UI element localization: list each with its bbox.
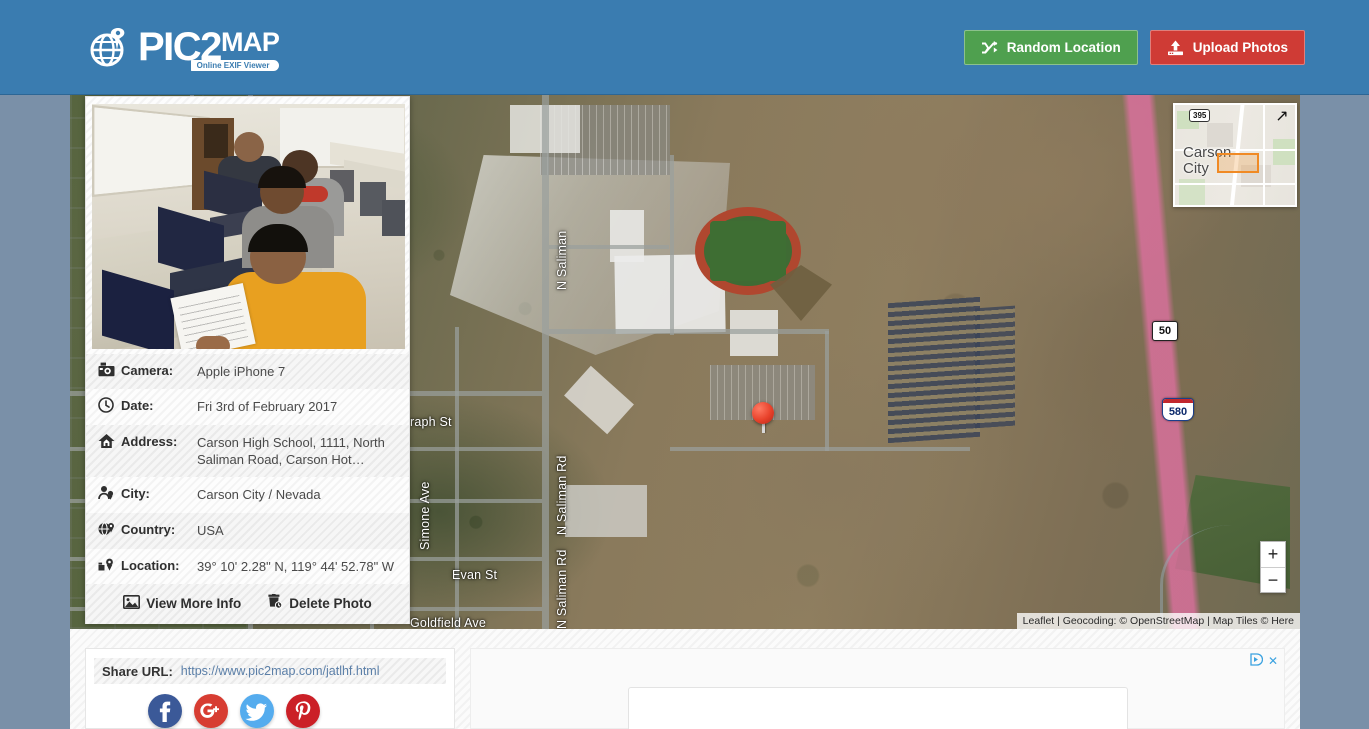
street-label: N Saliman Rd: [555, 549, 569, 629]
exif-value-location: 39° 10' 2.28" N, 119° 44' 52.78" W: [197, 559, 395, 574]
random-location-button[interactable]: Random Location: [963, 30, 1138, 65]
camera-icon: [98, 362, 118, 380]
minimap-viewport-rect: [1217, 153, 1259, 173]
site-header: PIC2MAP Online EXIF Viewer Random Locati…: [0, 0, 1369, 95]
delete-photo-label: Delete Photo: [289, 595, 372, 611]
bottom-section: Share URL: https://www.pic2map.com/jatlh…: [70, 629, 1300, 729]
exif-value-city: Carson City / Nevada: [197, 487, 321, 502]
share-url-label: Share URL:: [102, 663, 173, 679]
upload-photos-button[interactable]: Upload Photos: [1149, 30, 1305, 65]
exif-label-country: Country:: [121, 522, 176, 537]
photo-info-panel: Camera: Apple iPhone 7 Date: Fri 3rd of …: [85, 96, 410, 624]
view-more-info-button[interactable]: View More Info: [123, 594, 241, 612]
exif-label-address: Address:: [121, 434, 178, 449]
upload-photos-label: Upload Photos: [1192, 40, 1288, 55]
logo-tagline: Online EXIF Viewer: [190, 60, 280, 71]
random-location-label: Random Location: [1006, 40, 1121, 55]
twitter-share-icon[interactable]: [240, 694, 274, 728]
exif-row-city: City: Carson City / Nevada: [86, 477, 409, 513]
exif-row-camera: Camera: Apple iPhone 7: [86, 354, 409, 389]
home-icon: [98, 433, 118, 452]
exif-value-date: Fri 3rd of February 2017: [197, 399, 338, 414]
globe-pin-icon: [98, 521, 118, 540]
site-logo[interactable]: PIC2MAP Online EXIF Viewer: [88, 24, 280, 71]
minimap-inset[interactable]: 395 Carson City ↗: [1173, 103, 1297, 207]
map-canvas[interactable]: N Saliman N Saliman Rd N Saliman Rd raph…: [70, 95, 1300, 629]
share-url-value[interactable]: https://www.pic2map.com/jatlhf.html: [181, 664, 380, 678]
photo-actions: View More Info Delete Photo: [86, 584, 409, 624]
map-attribution: Leaflet | Geocoding: © OpenStreetMap | M…: [1016, 613, 1300, 629]
exif-row-date: Date: Fri 3rd of February 2017: [86, 389, 409, 425]
facebook-share-icon[interactable]: [148, 694, 182, 728]
photo-frame: [86, 97, 409, 354]
exif-label-city: City:: [121, 486, 150, 501]
zoom-in-button[interactable]: +: [1261, 542, 1285, 567]
pinterest-share-icon[interactable]: [286, 694, 320, 728]
exif-row-country: Country: USA: [86, 513, 409, 549]
clock-icon: [98, 397, 118, 416]
exif-row-location: Location: 39° 10' 2.28" N, 119° 44' 52.7…: [86, 549, 409, 584]
google-plus-share-icon[interactable]: [194, 694, 228, 728]
exif-label-date: Date:: [121, 398, 154, 413]
exif-label-camera: Camera:: [121, 363, 174, 378]
exif-rows: Camera: Apple iPhone 7 Date: Fri 3rd of …: [86, 354, 409, 624]
exif-value-country: USA: [197, 523, 224, 538]
street-label: Simone Ave: [418, 481, 432, 550]
highway-shield-50: 50: [1152, 321, 1178, 341]
minimap-expand-icon[interactable]: ↗: [1273, 108, 1291, 126]
header-actions: Random Location Upload Photos: [963, 30, 1305, 65]
person-pin-icon: [98, 485, 118, 504]
street-label: Evan St: [452, 568, 498, 582]
view-more-info-label: View More Info: [146, 595, 242, 611]
street-label: raph St: [410, 415, 452, 429]
highway-shield-580: 580: [1162, 398, 1194, 421]
advertisement-area: ✕: [470, 648, 1285, 729]
ad-creative-frame[interactable]: [628, 687, 1128, 729]
location-icon: [98, 557, 118, 575]
minimap-highway-shield: 395: [1189, 109, 1211, 122]
logo-wordmark: PIC2MAP Online EXIF Viewer: [138, 25, 280, 71]
map-zoom-controls: + −: [1260, 541, 1286, 593]
globe-pin-logo-icon: [88, 24, 134, 70]
exif-value-address: Carson High School, 1111, North Saliman …: [197, 435, 385, 467]
map-marker-pin[interactable]: [752, 402, 774, 433]
social-share-buttons: [86, 684, 454, 728]
exif-row-address: Address: Carson High School, 1111, North…: [86, 425, 409, 477]
upload-icon: [1167, 40, 1184, 56]
logo-secondary-text: MAP: [220, 27, 280, 57]
exif-value-camera: Apple iPhone 7: [197, 364, 286, 379]
exif-label-location: Location:: [121, 558, 180, 573]
delete-photo-button[interactable]: Delete Photo: [267, 594, 372, 612]
ad-choices-controls: ✕: [1250, 653, 1278, 669]
photo-thumbnail[interactable]: [92, 104, 405, 349]
street-label: N Saliman: [555, 230, 569, 290]
trash-icon: [267, 594, 283, 612]
image-icon: [123, 594, 141, 612]
ad-choices-icon[interactable]: [1250, 653, 1264, 669]
zoom-out-button[interactable]: −: [1261, 567, 1285, 592]
page-content: N Saliman N Saliman Rd N Saliman Rd raph…: [70, 95, 1300, 729]
share-url-bar[interactable]: Share URL: https://www.pic2map.com/jatlh…: [94, 658, 446, 684]
street-label: N Saliman Rd: [555, 455, 569, 535]
street-label: Goldfield Ave: [410, 616, 487, 629]
ad-close-icon[interactable]: ✕: [1268, 654, 1278, 668]
share-card: Share URL: https://www.pic2map.com/jatlh…: [85, 648, 455, 729]
shuffle-icon: [981, 40, 998, 55]
